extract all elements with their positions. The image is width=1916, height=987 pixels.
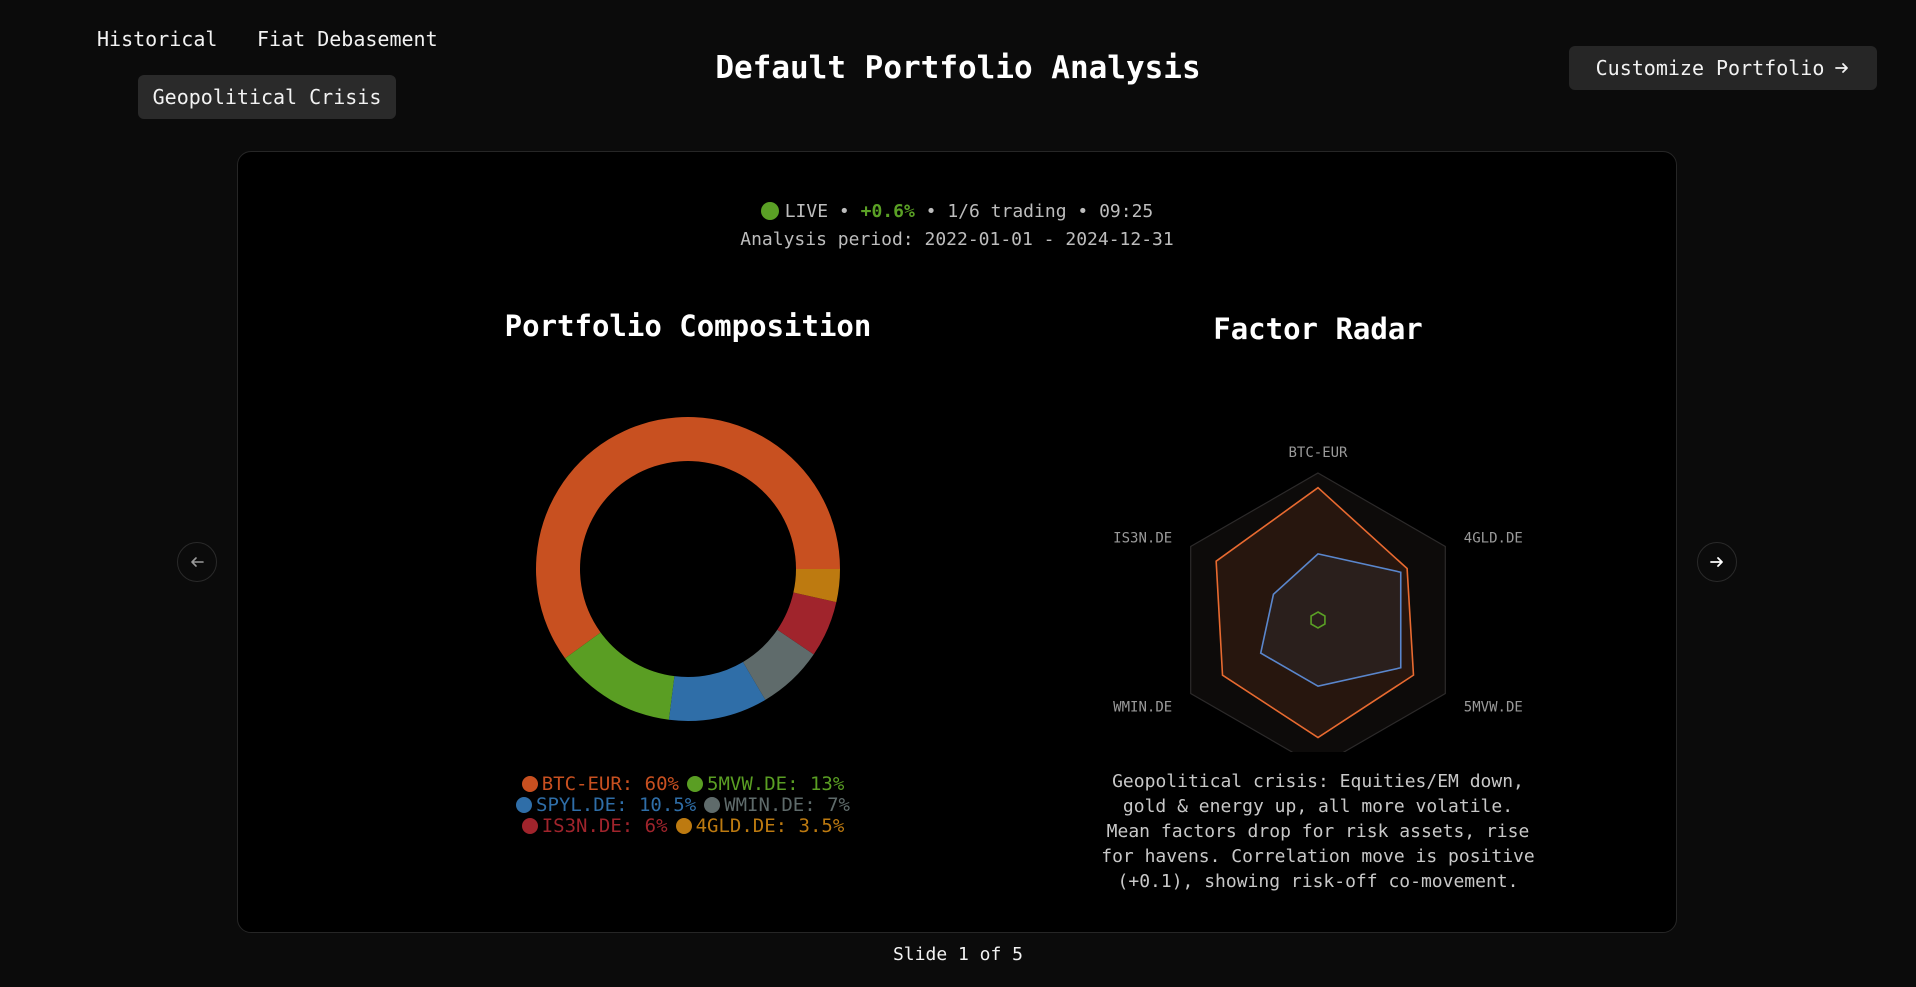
composition-legend: BTC-EUR: 60% 5MVW.DE: 13% SPYL.DE: 10.5% W… bbox=[433, 774, 933, 837]
composition-title: Portfolio Composition bbox=[504, 309, 872, 343]
legend-item-4gld: 4GLD.DE: 3.5% bbox=[675, 816, 844, 837]
legend-swatch bbox=[704, 797, 721, 813]
radar-axis-label: IS3N.DE bbox=[1113, 531, 1172, 547]
factor-radar-chart: BTC-EUR4GLD.DE5MVW.DESPYL.DEWMIN.DEIS3N.… bbox=[1113, 445, 1523, 752]
customize-portfolio-button[interactable]: Customize Portfolio bbox=[1569, 46, 1877, 90]
live-indicator-icon bbox=[760, 202, 779, 220]
analysis-period: Analysis period: 2022-01-01 - 2024-12-31 bbox=[740, 229, 1174, 250]
arrow-right-icon bbox=[1835, 63, 1849, 73]
legend-item-5mvw: 5MVW.DE: 13% bbox=[687, 774, 844, 795]
slide-indicator: Slide 1 of 5 bbox=[892, 944, 1024, 965]
legend-swatch bbox=[521, 818, 538, 834]
radar-title: Factor Radar bbox=[1213, 312, 1423, 346]
slide-card: LIVE • +0.6% • 1/6 trading • 09:25 Analy… bbox=[237, 151, 1677, 933]
legend-item-btc-eur: BTC-EUR: 60% bbox=[521, 774, 679, 795]
composition-donut-chart bbox=[536, 416, 840, 721]
radar-axis-label: BTC-EUR bbox=[1288, 445, 1348, 461]
legend-item-wmin: WMIN.DE: 7% bbox=[704, 795, 850, 816]
live-label: LIVE bbox=[784, 201, 829, 222]
status-block: LIVE • +0.6% • 1/6 trading • 09:25 Analy… bbox=[238, 198, 1676, 254]
arrow-left-icon bbox=[191, 557, 204, 567]
tab-fiat-debasement[interactable]: Fiat Debasement bbox=[257, 27, 438, 51]
legend-swatch bbox=[521, 776, 538, 792]
legend-item-is3n: IS3N.DE: 6% bbox=[521, 816, 668, 837]
radar-axis-label: 5MVW.DE bbox=[1464, 700, 1523, 716]
legend-swatch bbox=[516, 797, 532, 813]
next-slide-button[interactable] bbox=[1697, 542, 1737, 582]
status-line: LIVE • +0.6% • 1/6 trading • 09:25 bbox=[238, 198, 1676, 226]
trading-count: 1/6 trading bbox=[947, 201, 1067, 222]
status-time: 09:25 bbox=[1099, 201, 1154, 222]
customize-portfolio-label: Customize Portfolio bbox=[1595, 56, 1825, 80]
radar-axis-label: WMIN.DE bbox=[1113, 700, 1172, 716]
legend-item-spyl: SPYL.DE: 10.5% bbox=[516, 795, 696, 816]
scenario-description: Geopolitical crisis: Equities/EM down, g… bbox=[1101, 771, 1535, 892]
tab-historical[interactable]: Historical bbox=[97, 27, 217, 51]
arrow-right-icon bbox=[1710, 557, 1723, 567]
legend-swatch bbox=[687, 776, 703, 792]
radar-axis-label: 4GLD.DE bbox=[1464, 531, 1523, 547]
change-value: +0.6% bbox=[860, 201, 915, 222]
legend-swatch bbox=[675, 818, 692, 834]
previous-slide-button[interactable] bbox=[177, 542, 217, 582]
